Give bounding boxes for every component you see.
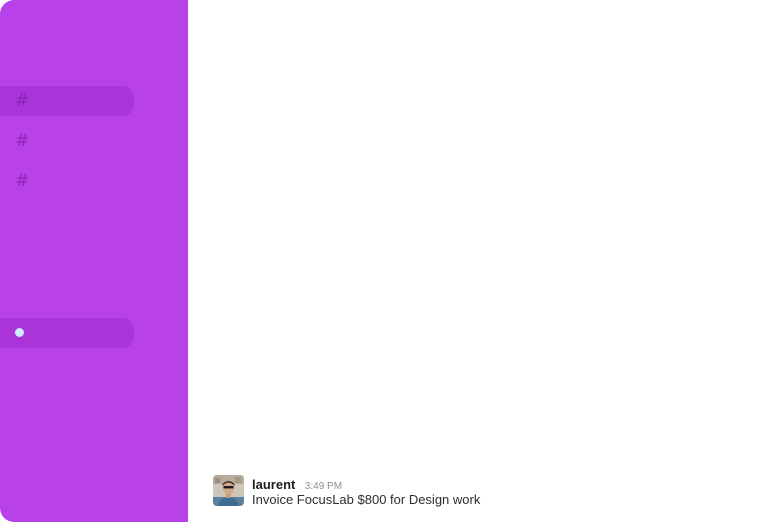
- avatar-image: [213, 475, 244, 506]
- sidebar-channel-2[interactable]: #: [0, 126, 134, 156]
- presence-dot-icon: [15, 328, 24, 337]
- message-text: Invoice FocusLab $800 for Design work: [252, 492, 481, 507]
- app-window: # # # laurent 3:49 PM Invoice FocusLab $…: [0, 0, 777, 522]
- sidebar-channel-3[interactable]: #: [0, 166, 134, 196]
- hash-icon: #: [15, 171, 30, 191]
- message-header: laurent 3:49 PM: [252, 476, 342, 492]
- hash-icon: #: [15, 91, 30, 111]
- sidebar-channel-1[interactable]: #: [0, 86, 134, 116]
- avatar[interactable]: [213, 475, 244, 506]
- hash-icon: #: [15, 131, 30, 151]
- sidebar: # # #: [0, 0, 188, 522]
- message-author[interactable]: laurent: [252, 477, 295, 492]
- message-timestamp[interactable]: 3:49 PM: [305, 481, 342, 492]
- message-pane: laurent 3:49 PM Invoice FocusLab $800 fo…: [188, 0, 777, 522]
- message-item: laurent 3:49 PM Invoice FocusLab $800 fo…: [213, 475, 753, 511]
- sidebar-direct-message[interactable]: [0, 318, 134, 348]
